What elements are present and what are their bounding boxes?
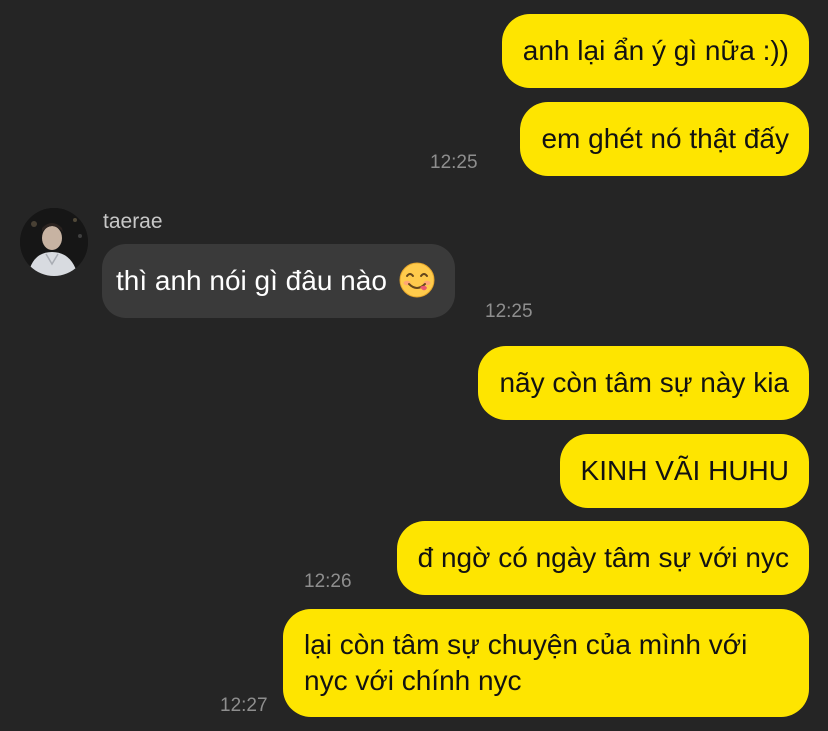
outgoing-message-bubble[interactable]: đ ngờ có ngày tâm sự với nyc: [396, 521, 809, 595]
outgoing-message-bubble[interactable]: KINH VÃI HUHU: [559, 434, 809, 508]
outgoing-message-bubble[interactable]: lại còn tâm sự chuyện của mình với nyc v…: [283, 609, 809, 717]
message-timestamp: 12:25: [485, 301, 533, 322]
message-text-line: nyc với chính nyc: [304, 665, 522, 696]
message-text: em ghét nó thật đấy: [541, 123, 789, 154]
message-text: anh lại ẩn ý gì nữa :)): [522, 35, 789, 66]
savoring-food-face-emoji: [399, 262, 435, 298]
message-text: nãy còn tâm sự này kia: [499, 367, 789, 398]
message-timestamp: 12:27: [220, 695, 268, 716]
incoming-message-bubble[interactable]: thì anh nói gì đâu nào: [102, 244, 455, 318]
message-text: thì anh nói gì đâu nào: [116, 265, 387, 296]
avatar[interactable]: [20, 208, 88, 276]
message-text-line: lại còn tâm sự chuyện của mình với: [304, 629, 748, 660]
sender-name: taerae: [103, 210, 163, 233]
message-text: KINH VÃI HUHU: [580, 455, 789, 486]
outgoing-message-bubble[interactable]: anh lại ẩn ý gì nữa :)): [501, 14, 809, 88]
avatar-image: [20, 208, 88, 276]
message-text: đ ngờ có ngày tâm sự với nyc: [417, 542, 789, 573]
outgoing-message-bubble[interactable]: nãy còn tâm sự này kia: [478, 346, 809, 420]
outgoing-message-bubble[interactable]: em ghét nó thật đấy: [520, 102, 809, 176]
message-timestamp: 12:26: [304, 571, 352, 592]
message-timestamp: 12:25: [430, 152, 478, 173]
